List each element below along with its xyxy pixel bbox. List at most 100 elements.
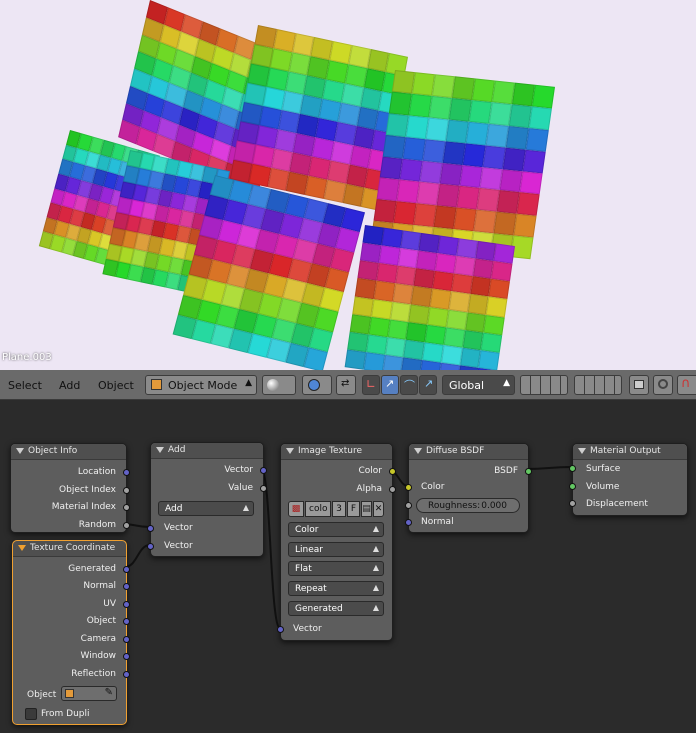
image-browse-icon[interactable]: ▩ [288, 501, 304, 517]
projection-dropdown[interactable]: Flat ▲︎ [288, 561, 384, 576]
texture-cell [513, 214, 537, 238]
extension-dropdown[interactable]: Repeat ▲︎ [288, 581, 384, 596]
collapse-icon[interactable] [156, 447, 164, 453]
eyedropper-icon[interactable]: ✎ [105, 687, 113, 698]
socket-alpha-out[interactable] [389, 486, 396, 493]
socket-vector-in-2[interactable] [147, 543, 154, 550]
color-space-dropdown[interactable]: Color ▲︎ [288, 522, 384, 537]
add-node[interactable]: Add Vector Value Add ▲︎ Vector Vector [147, 442, 267, 557]
snap-button[interactable]: ∩ [677, 375, 696, 395]
magnet-icon: ∩ [681, 376, 691, 391]
object-info-node[interactable]: Object Info Location Object Index Materi… [10, 443, 130, 533]
layer-buttons[interactable] [520, 375, 568, 395]
rotate-button[interactable]: ⌒ [400, 375, 418, 395]
open-image-icon[interactable]: ▤ [361, 501, 372, 517]
collapse-icon[interactable] [414, 448, 422, 454]
operation-label: Add [165, 504, 183, 514]
orientation-dropdown[interactable]: Global ▲︎ [442, 375, 515, 395]
menu-add[interactable]: Add [59, 379, 80, 392]
input-color: Color [421, 482, 445, 492]
socket-color-in[interactable] [405, 484, 412, 491]
socket-roughness-in[interactable] [405, 502, 412, 509]
socket-location[interactable] [123, 469, 130, 476]
layer-buttons[interactable] [574, 375, 622, 395]
socket-surface-in[interactable] [569, 465, 576, 472]
roughness-value: 0.000 [481, 501, 507, 511]
manipulator-toggle[interactable]: ⇄ [336, 375, 356, 395]
input-vector-2: Vector [164, 541, 193, 551]
socket-displacement-in[interactable] [569, 500, 576, 507]
fake-user-toggle[interactable]: F [347, 501, 360, 517]
material-output-node[interactable]: Material Output Surface Volume Displacem… [569, 443, 688, 516]
socket-random[interactable] [123, 522, 130, 529]
socket-camera[interactable] [123, 636, 130, 643]
render-layer-button[interactable] [629, 375, 649, 395]
socket-vector-in-1[interactable] [147, 525, 154, 532]
socket-uv[interactable] [123, 601, 130, 608]
collapse-icon[interactable] [18, 545, 26, 551]
translate-widget-button[interactable]: ∟ [362, 375, 380, 395]
shading-dropdown[interactable] [262, 375, 296, 395]
socket-vector-out[interactable] [260, 467, 267, 474]
output-generated: Generated [68, 564, 116, 574]
socket-bsdf-out[interactable] [525, 468, 532, 475]
interpolation-dropdown[interactable]: Linear ▲︎ [288, 542, 384, 557]
scale-button[interactable]: ↗ [419, 375, 437, 395]
circle-icon [658, 379, 668, 389]
socket-vector-in[interactable] [277, 626, 284, 633]
translate-button[interactable]: ↗ [381, 375, 399, 395]
source-dropdown[interactable]: Generated ▲︎ [288, 601, 384, 616]
chevron-icon: ▲︎ [372, 544, 379, 553]
transform-icon: ⇄ [341, 378, 350, 389]
socket-material-index[interactable] [123, 504, 130, 511]
from-dupli-checkbox[interactable] [25, 708, 37, 720]
node-title: Object Info [28, 446, 78, 456]
texture-plane [344, 225, 515, 370]
socket-object-index[interactable] [123, 487, 130, 494]
socket-object[interactable] [123, 618, 130, 625]
socket-window[interactable] [123, 653, 130, 660]
socket-volume-in[interactable] [569, 483, 576, 490]
texture-cell [531, 84, 555, 109]
texture-cell [419, 359, 441, 370]
image-texture-node[interactable]: Image Texture Color Alpha ▩ colo 3 F ▤ ✕… [277, 443, 396, 641]
chevron-icon: ▲︎ [372, 524, 379, 533]
node-editor[interactable]: Object Info Location Object Index Materi… [0, 400, 696, 733]
texture-cell [522, 149, 546, 174]
arrow-icon: ↗ [385, 377, 395, 390]
image-selector[interactable]: ▩ colo 3 F ▤ ✕ [288, 501, 384, 517]
object-name-label: Plane.003 [2, 352, 52, 363]
socket-generated[interactable] [123, 566, 130, 573]
output-camera: Camera [80, 634, 116, 644]
collapse-icon[interactable] [286, 448, 294, 454]
socket-normal-in[interactable] [405, 519, 412, 526]
texture-coordinate-node[interactable]: Texture Coordinate Generated Normal UV O… [12, 540, 130, 725]
socket-normal[interactable] [123, 583, 130, 590]
socket-reflection[interactable] [123, 671, 130, 678]
collapse-icon[interactable] [16, 448, 24, 454]
unlink-icon[interactable]: ✕ [373, 501, 384, 517]
collapse-icon[interactable] [578, 448, 586, 454]
image-name[interactable]: colo [305, 501, 331, 517]
socket-color-out[interactable] [389, 468, 396, 475]
mode-label: Object Mode [168, 379, 238, 392]
texture-cell [400, 357, 423, 370]
diffuse-bsdf-node[interactable]: Diffuse BSDF BSDF Color Roughness: 0.000… [405, 443, 532, 533]
users-count[interactable]: 3 [332, 501, 346, 517]
pivot-dropdown[interactable] [302, 375, 332, 395]
menu-select[interactable]: Select [8, 379, 42, 392]
output-bsdf: BSDF [494, 466, 518, 476]
socket-value-out[interactable] [260, 485, 267, 492]
output-location: Location [77, 467, 116, 477]
input-vector-1: Vector [164, 523, 193, 533]
roughness-field[interactable]: Roughness: 0.000 [416, 498, 520, 513]
object-picker[interactable]: ✎ [61, 686, 117, 701]
operation-dropdown[interactable]: Add ▲︎ [158, 501, 254, 516]
output-color: Color [358, 466, 383, 476]
input-vector: Vector [293, 624, 322, 634]
proportional-edit-button[interactable] [653, 375, 673, 395]
viewport-header: Select Add Object Object Mode ▲︎ ⇄ ∟ ↗ ⌒… [0, 370, 696, 400]
3d-viewport[interactable]: Plane.003 [0, 0, 696, 370]
menu-object[interactable]: Object [98, 379, 134, 392]
mode-dropdown[interactable]: Object Mode ▲︎ [145, 375, 257, 395]
